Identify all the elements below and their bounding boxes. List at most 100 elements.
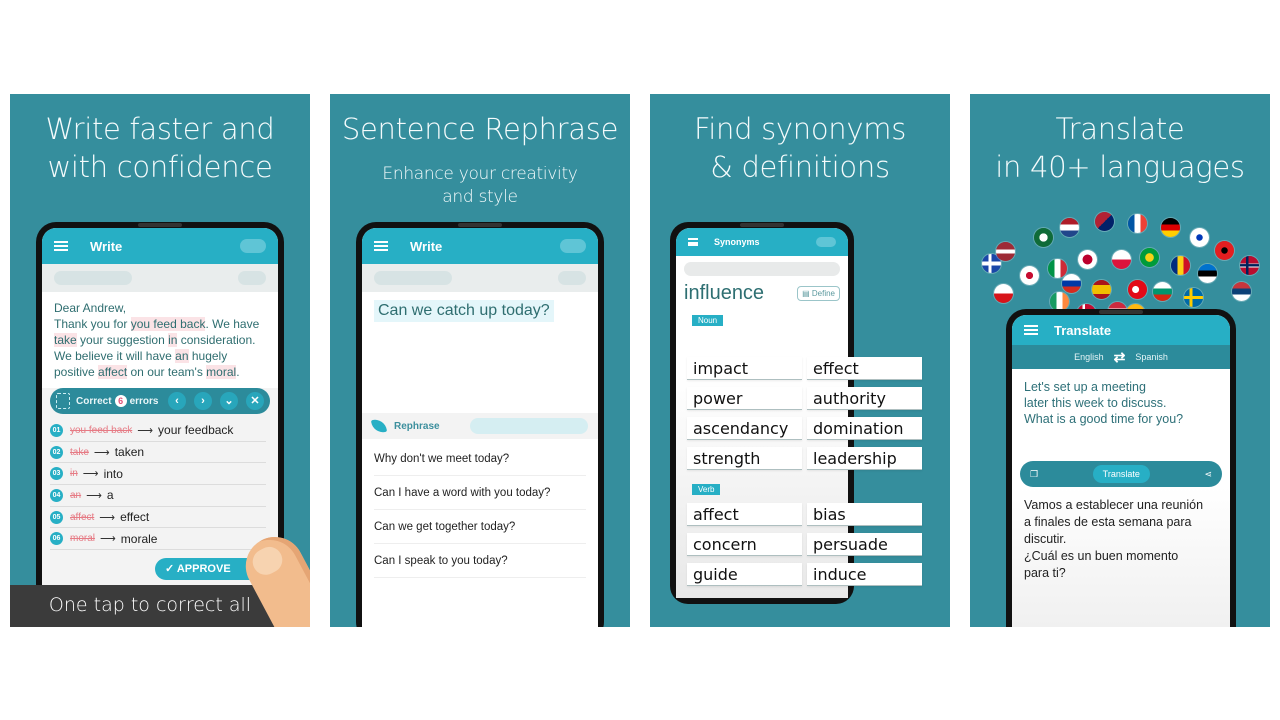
phone-notch [1099,310,1143,314]
synonym-chip[interactable]: affect [687,503,802,526]
fingernail [248,542,287,580]
previous-error-button[interactable]: ‹ [168,392,186,410]
expand-button[interactable]: ⌄ [220,392,238,410]
phone-screen: Write Dear Andrew, Thank you for you fee… [42,228,278,627]
flag-icon-russia [1062,274,1081,293]
text-segment: . We have [205,317,260,331]
headline-line: Translate [1055,112,1185,146]
text-segment: on our team's [127,365,207,379]
correction-row[interactable]: 03 in ⟶ into [50,463,266,486]
greeting: Dear Andrew, [54,301,127,315]
translated-line: a finales de esta semana para [1024,515,1192,529]
placeholder-pill [54,271,132,285]
headline-translate: Translate in 40+ languages [970,110,1270,186]
error-highlight[interactable]: moral [206,365,237,379]
document-icon [56,393,70,409]
correction-row[interactable]: 02 take ⟶ taken [50,442,266,464]
original-text: affect [70,511,95,523]
original-text: an [70,489,82,501]
synonym-chip[interactable]: ascendancy [687,417,802,440]
phone-frame: Write Can we catch up today? Rephrase Wh… [356,222,604,627]
synonym-chip[interactable]: impact [687,357,802,380]
arrow-icon: ⟶ [82,468,99,481]
rephrase-suggestion[interactable]: Can we get together today? [374,510,586,544]
synonym-chip[interactable]: power [687,387,802,410]
synonym-chip[interactable]: persuade [807,533,922,556]
synonym-chip[interactable]: concern [687,533,802,556]
language-flags [970,204,1270,323]
synonym-chip[interactable]: guide [687,563,802,586]
translate-button[interactable]: Translate [1092,465,1150,483]
synonym-chip[interactable]: domination [807,417,922,440]
source-line: Let's set up a meeting [1024,380,1146,394]
error-highlight[interactable]: take [54,333,77,347]
synonym-chip[interactable]: authority [807,387,922,410]
errors-label: errors [129,395,159,407]
headline-write: Write faster and with confidence [10,110,310,186]
menu-icon[interactable] [54,241,68,251]
corrected-text: into [103,466,123,481]
next-error-button[interactable]: › [194,392,212,410]
swap-languages-icon[interactable]: ⇄ [1114,349,1126,366]
synonym-chip[interactable]: induce [807,563,922,586]
flag-icon-estonia [1198,264,1217,283]
document-text[interactable]: Dear Andrew, Thank you for you feed back… [42,292,278,388]
flag-icon-turkey [1128,280,1147,299]
flag-icon-germany [1161,218,1180,237]
synonym-chip[interactable]: strength [687,447,802,470]
phone-screen: Translate English ⇄ Spanish Let's set up… [1012,315,1230,627]
menu-icon[interactable] [374,241,388,251]
close-button[interactable]: ✕ [246,392,264,410]
menu-icon[interactable] [688,238,698,246]
define-button[interactable]: ▤ Define [797,286,840,301]
correction-number: 06 [50,532,63,546]
correction-row[interactable]: 06 moral ⟶ morale [50,528,266,551]
error-highlight[interactable]: you feed back [130,317,206,331]
error-highlight[interactable]: an [175,349,189,363]
subheadline-line: Enhance your creativity [382,164,578,184]
error-highlight[interactable]: affect [98,365,128,379]
translated-text: Vamos a establecer una reunión a finales … [1012,487,1230,627]
rephrase-suggestion[interactable]: Can I speak to you today? [374,544,586,578]
input-sentence[interactable]: Can we catch up today? [374,300,554,322]
flag-icon-czechia [994,284,1013,303]
document-body: Thank you for you feed back. We have tak… [54,316,266,380]
panel-translate: Translate in 40+ languages Translate Eng… [970,94,1270,627]
menu-icon[interactable] [1024,325,1038,335]
rephrase-suggestion[interactable]: Can I have a word with you today? [374,476,586,510]
synonym-chip[interactable]: leadership [807,447,922,470]
rephrase-suggestion[interactable]: Why don't we meet today? [374,442,586,476]
synonym-grid-noun: impact effect power authority ascendancy domi… [687,357,922,470]
correction-number: 04 [50,488,63,502]
rephrase-header: Rephrase [362,413,598,439]
correction-row[interactable]: 01 you feed back ⟶ your feedback [50,420,266,442]
text-segment: your suggestion [76,333,169,347]
original-text: moral [70,533,96,545]
synonym-chip[interactable]: bias [807,503,922,526]
arrow-icon: ⟶ [99,511,116,524]
correction-number: 02 [50,445,63,459]
language-bar: English ⇄ Spanish [1012,345,1230,369]
phone-notch [138,223,182,227]
arrow-icon: ⟶ [137,424,154,437]
correction-row[interactable]: 04 an ⟶ a [50,485,266,507]
subheadline: Enhance your creativity and style [330,163,630,209]
flag-icon-spain [1092,280,1111,299]
headline-line: Write faster and [45,112,275,146]
target-language[interactable]: Spanish [1135,352,1168,362]
sub-toolbar [362,264,598,292]
search-input[interactable] [684,262,840,276]
app-bar: Translate [1012,315,1230,345]
synonym-chip[interactable]: effect [807,357,922,380]
app-bar: Write [362,228,598,264]
placeholder-pill [238,271,266,285]
headword: influence [684,282,765,304]
source-text[interactable]: Let's set up a meeting later this week to… [1012,369,1230,461]
flag-icon-israel [1190,228,1209,247]
translate-toolbar: ❐ Translate ⋖ [1020,461,1222,487]
corrected-text: a [106,488,114,503]
share-icon[interactable]: ⋖ [1204,469,1212,480]
source-language[interactable]: English [1074,352,1104,362]
copy-icon[interactable]: ❐ [1030,469,1038,480]
correction-row[interactable]: 05 affect ⟶ effect [50,507,266,529]
